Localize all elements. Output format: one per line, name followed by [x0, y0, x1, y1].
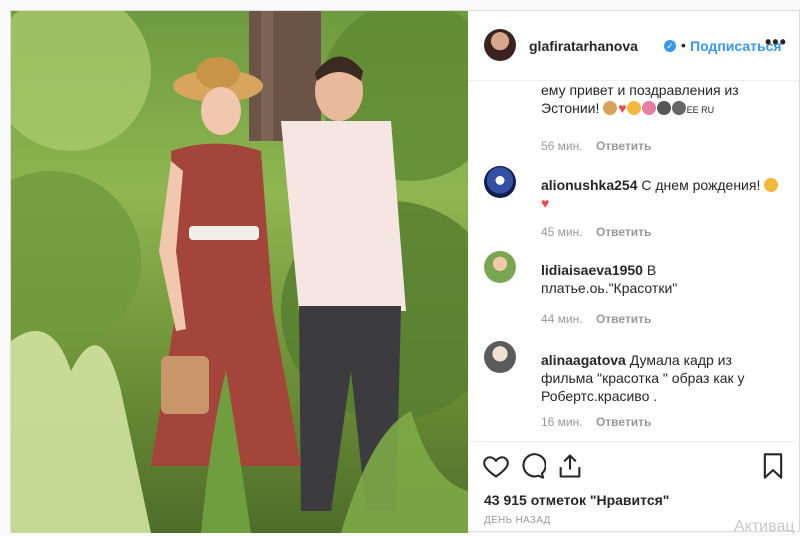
likes-count[interactable]: 43 915 отметок "Нравится": [484, 492, 669, 508]
post-card: glafiratarhanova ✓ • Подписаться ••• ему…: [10, 10, 800, 533]
comment-time[interactable]: 56 мин.: [541, 139, 583, 153]
reply-button[interactable]: Ответить: [596, 312, 651, 326]
cake-emoji-icon: [603, 101, 618, 115]
reply-button[interactable]: Ответить: [596, 139, 651, 153]
red-heart-emoji-icon: ♥: [618, 100, 627, 116]
author-username[interactable]: glafiratarhanova: [529, 38, 638, 54]
comment-time[interactable]: 45 мин.: [541, 225, 583, 239]
comment-username[interactable]: lidiaisaeva1950: [541, 262, 643, 278]
post-time[interactable]: ДЕНЬ НАЗАД: [484, 515, 551, 526]
heart-eyes-emoji-icon: [626, 101, 641, 115]
comment-text: alionushka254 С днем рождения! ♥: [541, 176, 781, 212]
comment-avatar[interactable]: [484, 166, 516, 198]
comment-text: lidiaisaeva1950 В платье.оь."Красотки": [541, 262, 678, 296]
comment-meta: 45 мин. Ответить: [541, 225, 651, 239]
activation-watermark: Активац: [734, 518, 795, 535]
heart-eyes-emoji-icon: [764, 178, 779, 192]
comment-username[interactable]: alionushka254: [541, 177, 638, 193]
heart-icon[interactable]: [482, 452, 510, 480]
reply-button[interactable]: Ответить: [596, 225, 651, 239]
reply-button[interactable]: Ответить: [596, 415, 651, 429]
comment-username[interactable]: alinaagatova: [541, 352, 626, 368]
comment-time[interactable]: 16 мин.: [541, 415, 583, 429]
author-avatar[interactable]: [484, 29, 516, 61]
comment-meta: 56 мин. Ответить: [541, 139, 651, 153]
comment-text: ему привет и поздравления из Эстонии! ♥ E…: [541, 82, 739, 116]
emoji-row: ♥ EE RU: [603, 100, 714, 116]
comment-avatar[interactable]: [484, 341, 516, 373]
comment-icon[interactable]: [518, 452, 546, 480]
comment-time[interactable]: 44 мин.: [541, 312, 583, 326]
gift-emoji-icon: [656, 101, 671, 115]
share-icon[interactable]: [556, 452, 584, 480]
verified-badge-icon: ✓: [664, 40, 676, 52]
comment-text: alinaagatova Думала кадр из фильма "крас…: [541, 352, 745, 404]
comment-meta: 44 мин. Ответить: [541, 312, 651, 326]
bookmark-icon[interactable]: [759, 452, 787, 480]
flag-emoji-text: EE RU: [686, 105, 715, 115]
comment-meta: 16 мин. Ответить: [541, 415, 651, 429]
comment-avatar[interactable]: [484, 251, 516, 283]
tulip-emoji-icon: [641, 101, 656, 115]
gift-emoji-icon: [671, 101, 686, 115]
post-sidebar: glafiratarhanova ✓ • Подписаться ••• ему…: [468, 11, 800, 533]
post-header: glafiratarhanova ✓ • Подписаться •••: [468, 11, 800, 81]
header-separator: •: [681, 37, 686, 53]
couple-photo-illustration: [11, 11, 468, 533]
post-photo[interactable]: [11, 11, 468, 533]
more-options-icon[interactable]: •••: [765, 32, 787, 53]
red-heart-emoji-icon: ♥: [541, 195, 550, 211]
